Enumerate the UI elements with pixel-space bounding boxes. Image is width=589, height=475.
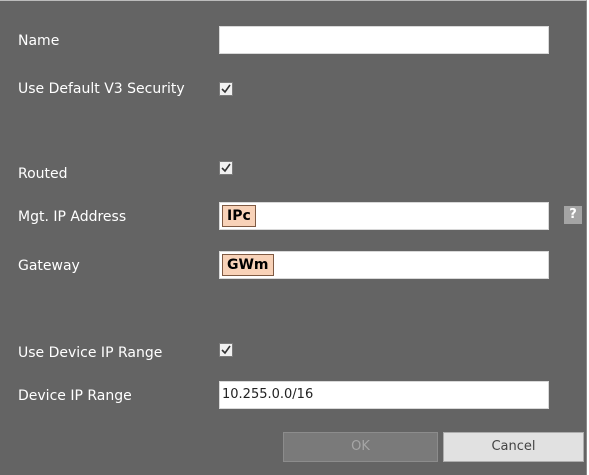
name-label: Name [18,33,60,49]
mgt-ip-token[interactable]: IPc [222,205,256,227]
gateway-label: Gateway [18,258,80,274]
v3-security-checkbox[interactable] [219,82,233,96]
cancel-button[interactable]: Cancel [443,432,584,462]
gateway-token[interactable]: GWm [222,254,274,276]
checkmark-icon [221,84,231,94]
device-settings-dialog: Name Use Default V3 Security Routed Mgt.… [0,0,587,475]
help-icon[interactable]: ? [564,206,582,224]
routed-checkbox[interactable] [219,161,233,175]
checkmark-icon [221,345,231,355]
checkmark-icon [221,163,231,173]
mgt-ip-label: Mgt. IP Address [18,209,127,225]
use-device-ip-range-checkbox[interactable] [219,343,233,357]
name-input[interactable] [219,26,549,54]
gateway-input[interactable]: GWm [219,251,549,279]
use-device-ip-range-label: Use Device IP Range [18,345,163,361]
ok-button[interactable]: OK [283,432,438,462]
device-ip-range-label: Device IP Range [18,388,132,404]
v3-security-label: Use Default V3 Security [18,81,185,97]
mgt-ip-input[interactable]: IPc [219,202,549,230]
device-ip-range-input[interactable]: 10.255.0.0/16 [219,381,549,409]
routed-label: Routed [18,166,68,182]
